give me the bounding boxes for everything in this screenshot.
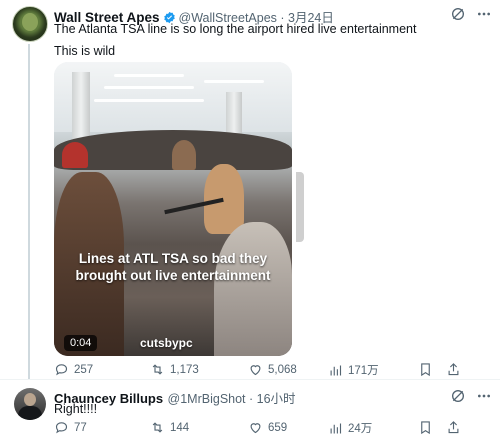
reply-icon xyxy=(55,364,68,376)
repost-icon xyxy=(152,422,163,433)
like-count: 5,068 xyxy=(268,363,297,376)
reply-handle-date[interactable]: @1MrBigShot · 16小时 xyxy=(168,392,296,406)
reply-more-options-icon[interactable] xyxy=(476,388,492,404)
media-edge-strip xyxy=(296,62,306,356)
ceiling-light xyxy=(104,86,194,89)
reply-like-count: 659 xyxy=(268,421,288,434)
ceiling-light xyxy=(204,80,264,83)
video-watermark: cutsbypc xyxy=(140,336,193,350)
video-pillar xyxy=(72,72,90,142)
author-avatar[interactable] xyxy=(12,6,48,42)
video-person xyxy=(172,140,196,170)
share-icon[interactable] xyxy=(446,362,461,377)
thread-connector-line xyxy=(28,44,30,380)
views-count: 171万 xyxy=(348,365,379,377)
video-overlay-caption: Lines at ATL TSA so bad they brought out… xyxy=(75,251,271,283)
video-player[interactable]: Lines at ATL TSA so bad they brought out… xyxy=(54,62,292,356)
ceiling-light xyxy=(114,74,184,77)
reply-icon xyxy=(55,422,68,434)
repost-button[interactable]: 1,173 xyxy=(150,362,199,377)
post-subtext: This is wild xyxy=(54,44,116,58)
analytics-icon xyxy=(330,423,342,433)
post-text: The Atlanta TSA line is so long the airp… xyxy=(54,22,417,36)
like-button[interactable]: 5,068 xyxy=(248,362,297,377)
post-divider xyxy=(0,379,500,380)
video-performer xyxy=(204,164,244,234)
reply-share-icon[interactable] xyxy=(446,420,461,435)
reply-count: 257 xyxy=(74,363,94,376)
repost-count: 1,173 xyxy=(170,363,199,376)
reply-views-count: 24万 xyxy=(348,423,373,435)
reply-text: Right!!!! xyxy=(54,402,98,416)
reply-reply-count: 77 xyxy=(74,421,87,434)
reply-author-avatar[interactable] xyxy=(14,388,46,420)
reply-repost-count: 144 xyxy=(170,421,190,434)
bookmark-icon[interactable] xyxy=(418,362,433,377)
reply-bookmark-icon[interactable] xyxy=(418,420,433,435)
repost-icon xyxy=(152,364,163,375)
reply-button[interactable]: 257 xyxy=(54,362,93,377)
reply-repost-button[interactable]: 144 xyxy=(150,420,189,435)
video-duration: 0:04 xyxy=(64,335,98,351)
video-foreground-person xyxy=(214,222,292,356)
reply-like-button[interactable]: 659 xyxy=(248,420,287,435)
ceiling-light xyxy=(94,99,204,102)
heart-icon xyxy=(250,423,261,434)
reply-grok-icon[interactable] xyxy=(450,388,466,404)
views-button[interactable]: 171万 xyxy=(328,362,379,378)
heart-icon xyxy=(250,365,261,376)
reply-reply-button[interactable]: 77 xyxy=(54,420,87,435)
more-options-icon[interactable] xyxy=(476,6,492,22)
grok-icon[interactable] xyxy=(450,6,466,22)
reply-views-button[interactable]: 24万 xyxy=(328,420,372,436)
analytics-icon xyxy=(330,365,342,375)
video-person xyxy=(62,142,88,168)
